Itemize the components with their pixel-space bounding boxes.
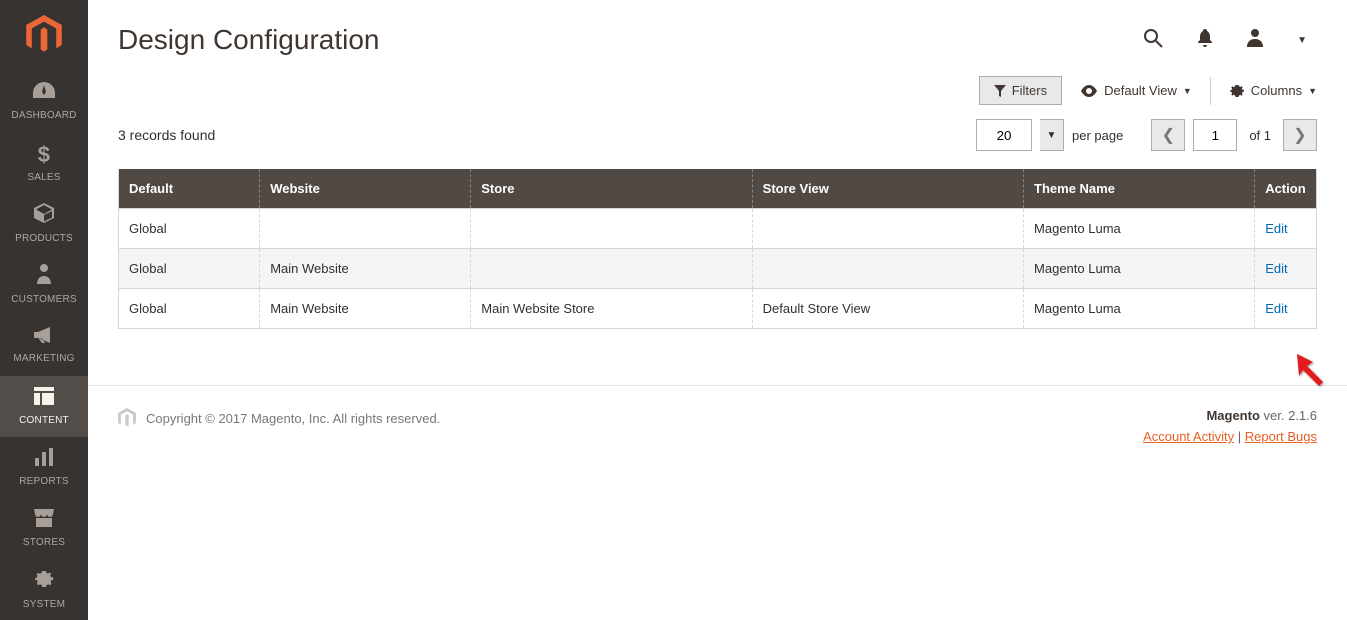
toolbar-separator bbox=[1210, 77, 1211, 105]
storefront-icon bbox=[34, 509, 54, 533]
prev-page-button[interactable]: ❮ bbox=[1151, 119, 1185, 151]
caret-down-icon: ▼ bbox=[1308, 86, 1317, 96]
pager: ▼ per page ❮ of 1 ❯ bbox=[976, 119, 1317, 151]
cell-theme: Magento Luma bbox=[1024, 249, 1255, 289]
nav-label: SYSTEM bbox=[23, 599, 65, 610]
cell-storeview bbox=[752, 249, 1023, 289]
gear-icon bbox=[1229, 83, 1245, 99]
report-bugs-link[interactable]: Report Bugs bbox=[1245, 429, 1317, 444]
cell-website: Main Website bbox=[260, 289, 471, 329]
filters-button[interactable]: Filters bbox=[979, 76, 1062, 105]
cell-theme: Magento Luma bbox=[1024, 289, 1255, 329]
cell-store bbox=[471, 209, 752, 249]
cell-default: Global bbox=[119, 209, 260, 249]
nav-marketing[interactable]: MARKETING bbox=[0, 315, 88, 376]
dashboard-icon bbox=[33, 82, 55, 106]
footer-sep: | bbox=[1238, 429, 1245, 444]
cell-store bbox=[471, 249, 752, 289]
magento-logo-icon bbox=[118, 408, 136, 428]
version-value: ver. 2.1.6 bbox=[1260, 408, 1317, 423]
magento-logo-icon bbox=[26, 15, 62, 55]
next-page-button[interactable]: ❯ bbox=[1283, 119, 1317, 151]
col-header-storeview[interactable]: Store View bbox=[752, 169, 1023, 209]
table-row: Global Magento Luma Edit bbox=[119, 209, 1316, 249]
columns-control[interactable]: Columns ▼ bbox=[1229, 83, 1317, 99]
cell-default: Global bbox=[119, 289, 260, 329]
magento-logo[interactable] bbox=[0, 0, 88, 71]
cell-theme: Magento Luma bbox=[1024, 209, 1255, 249]
megaphone-icon bbox=[34, 326, 54, 349]
page-footer: Copyright © 2017 Magento, Inc. All right… bbox=[88, 385, 1347, 444]
per-page-label: per page bbox=[1072, 128, 1123, 143]
filters-label: Filters bbox=[1012, 83, 1047, 98]
design-config-grid: Default Website Store Store View Theme N… bbox=[118, 169, 1317, 329]
search-icon[interactable] bbox=[1143, 28, 1163, 53]
table-row: Global Main Website Main Website Store D… bbox=[119, 289, 1316, 329]
cell-store: Main Website Store bbox=[471, 289, 752, 329]
nav-dashboard[interactable]: DASHBOARD bbox=[0, 71, 88, 132]
person-icon bbox=[37, 264, 51, 290]
nav-sales[interactable]: $ SALES bbox=[0, 132, 88, 193]
layout-icon bbox=[34, 387, 54, 411]
default-view-label: Default View bbox=[1104, 83, 1177, 98]
box-icon bbox=[34, 203, 54, 229]
default-view-control[interactable]: Default View ▼ bbox=[1080, 83, 1192, 98]
admin-sidebar: DASHBOARD $ SALES PRODUCTS CUSTOMERS MAR… bbox=[0, 0, 88, 620]
cell-website: Main Website bbox=[260, 249, 471, 289]
page-input[interactable] bbox=[1193, 119, 1237, 151]
account-activity-link[interactable]: Account Activity bbox=[1143, 429, 1234, 444]
cell-storeview bbox=[752, 209, 1023, 249]
table-header-row: Default Website Store Store View Theme N… bbox=[119, 169, 1316, 209]
nav-label: STORES bbox=[23, 537, 65, 548]
nav-label: CUSTOMERS bbox=[11, 294, 77, 305]
nav-reports[interactable]: REPORTS bbox=[0, 437, 88, 498]
main-content: Design Configuration ▼ Filters Default V… bbox=[88, 0, 1347, 620]
notifications-icon[interactable] bbox=[1197, 29, 1213, 52]
edit-link[interactable]: Edit bbox=[1265, 301, 1287, 316]
col-header-theme[interactable]: Theme Name bbox=[1024, 169, 1255, 209]
dollar-icon: $ bbox=[38, 142, 50, 168]
per-page-dropdown[interactable]: ▼ bbox=[1040, 119, 1064, 151]
eye-icon bbox=[1080, 85, 1098, 97]
nav-label: PRODUCTS bbox=[15, 233, 73, 244]
bars-icon bbox=[35, 448, 53, 472]
caret-down-icon: ▼ bbox=[1183, 86, 1192, 96]
cell-default: Global bbox=[119, 249, 260, 289]
grid-toolbar: Filters Default View ▼ Columns ▼ bbox=[88, 76, 1347, 119]
nav-label: DASHBOARD bbox=[11, 110, 76, 121]
nav-label: REPORTS bbox=[19, 476, 69, 487]
nav-label: MARKETING bbox=[13, 353, 74, 364]
header-actions: ▼ bbox=[1143, 28, 1317, 53]
nav-content[interactable]: CONTENT bbox=[0, 376, 88, 437]
gear-icon bbox=[34, 569, 54, 595]
records-found: 3 records found bbox=[118, 127, 976, 143]
col-header-website[interactable]: Website bbox=[260, 169, 471, 209]
table-row: Global Main Website Magento Luma Edit bbox=[119, 249, 1316, 289]
col-header-default[interactable]: Default bbox=[119, 169, 260, 209]
page-of-label: of 1 bbox=[1249, 128, 1271, 143]
edit-link[interactable]: Edit bbox=[1265, 261, 1287, 276]
cell-website bbox=[260, 209, 471, 249]
edit-link[interactable]: Edit bbox=[1265, 221, 1287, 236]
nav-label: CONTENT bbox=[19, 415, 69, 426]
account-icon[interactable] bbox=[1247, 29, 1263, 52]
nav-system[interactable]: SYSTEM bbox=[0, 559, 88, 620]
copyright-text: Copyright © 2017 Magento, Inc. All right… bbox=[146, 411, 440, 426]
page-header: Design Configuration ▼ bbox=[88, 0, 1347, 76]
per-page-input[interactable] bbox=[976, 119, 1032, 151]
col-header-store[interactable]: Store bbox=[471, 169, 752, 209]
nav-customers[interactable]: CUSTOMERS bbox=[0, 254, 88, 315]
nav-products[interactable]: PRODUCTS bbox=[0, 193, 88, 254]
nav-label: SALES bbox=[27, 172, 60, 183]
cell-storeview: Default Store View bbox=[752, 289, 1023, 329]
records-pager-row: 3 records found ▼ per page ❮ of 1 ❯ bbox=[88, 119, 1347, 169]
funnel-icon bbox=[994, 85, 1006, 97]
page-title: Design Configuration bbox=[118, 24, 1143, 56]
columns-label: Columns bbox=[1251, 83, 1302, 98]
account-caret-icon[interactable]: ▼ bbox=[1297, 35, 1307, 46]
version-label: Magento bbox=[1206, 408, 1259, 423]
col-header-action[interactable]: Action bbox=[1255, 169, 1316, 209]
nav-stores[interactable]: STORES bbox=[0, 498, 88, 559]
